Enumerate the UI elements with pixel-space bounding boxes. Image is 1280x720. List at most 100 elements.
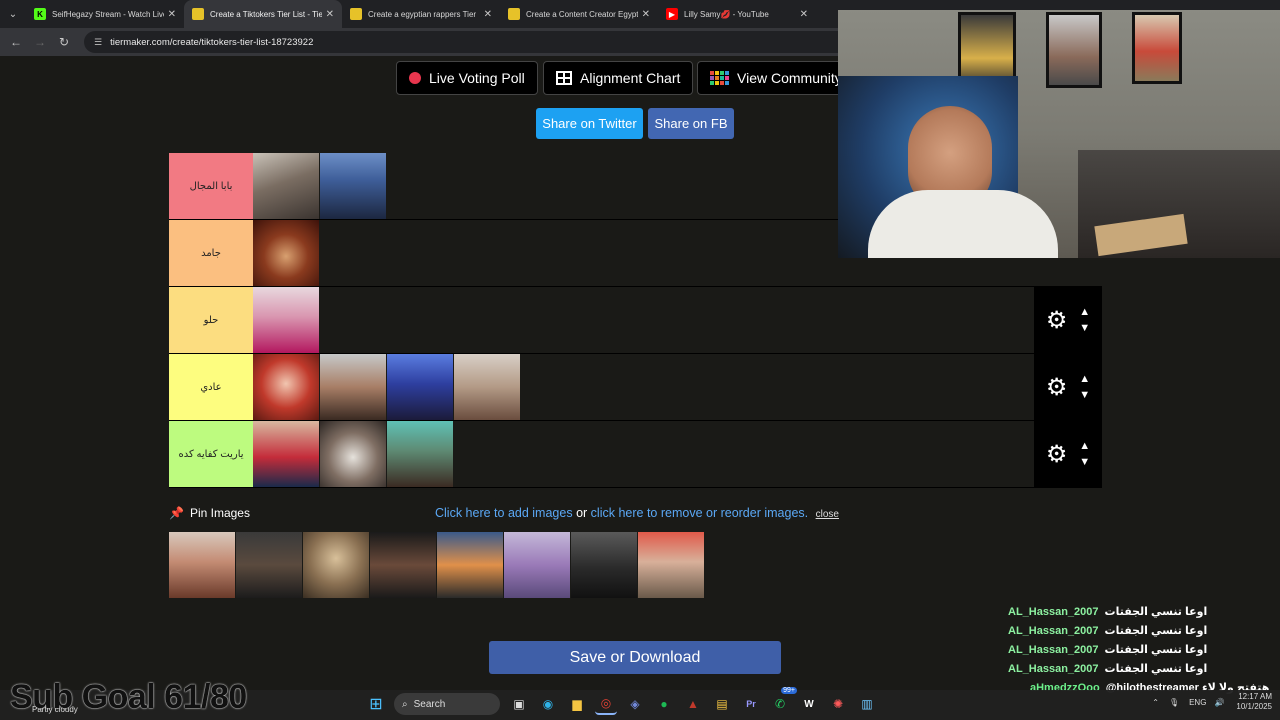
tier-image[interactable] (253, 153, 319, 219)
tier-row: عادي ⚙ ▲ ▼ (169, 354, 1102, 421)
site-info-icon[interactable]: ☰ (94, 37, 102, 48)
spotify-icon[interactable]: ● (653, 693, 675, 715)
share-twitter-button[interactable]: Share on Twitter (536, 108, 643, 139)
volume-icon[interactable]: 🔊 (1214, 698, 1224, 707)
tier-image[interactable] (454, 354, 520, 420)
tab-lilly-samy-youtube[interactable]: ▶ Lilly Samy💋 - YouTube ✕ (658, 0, 816, 28)
discord-icon[interactable]: ◈ (624, 693, 646, 715)
taskbar-search[interactable]: ⌕ Search (394, 693, 500, 715)
record-dot-icon (409, 72, 421, 84)
alignment-chart-button[interactable]: Alignment Chart (543, 61, 694, 95)
premiere-icon[interactable]: Pr (740, 693, 762, 715)
chevron-up-icon[interactable]: ▲ (1079, 371, 1090, 387)
screen: ⌄ K SeifHegazy Stream - Watch Live ✕ Cre… (0, 0, 1280, 720)
chevron-down-icon[interactable]: ▼ (1079, 454, 1090, 470)
pool-image[interactable] (437, 532, 503, 598)
chevron-up-icon[interactable]: ⌃ (1152, 698, 1159, 707)
microphone-icon[interactable]: 🎙 (1169, 698, 1179, 707)
forward-icon[interactable]: → (28, 28, 52, 56)
chevron-down-icon[interactable]: ▼ (1079, 320, 1090, 336)
gear-icon[interactable]: ⚙ (1046, 306, 1068, 335)
image-links: Click here to add images or click here t… (435, 506, 839, 520)
tiermaker-icon (508, 8, 520, 20)
tiermaker-icon (192, 8, 204, 20)
tier-items[interactable] (253, 287, 1034, 353)
tab-search-icon[interactable]: ⌄ (0, 0, 26, 28)
stream-chat: AL_Hassan_2007 اوعا تنسي الجفتات AL_Hassa… (1008, 602, 1280, 697)
tab-tiktokers-tier-list[interactable]: Create a Tiktokers Tier List - Tie ✕ (184, 0, 342, 28)
chat-message: AL_Hassan_2007 اوعا تنسي الجفتات (1008, 605, 1208, 619)
chevron-up-icon[interactable]: ▲ (1079, 438, 1090, 454)
save-or-download-button[interactable]: Save or Download (489, 641, 781, 674)
pin-icon: 📌 (169, 506, 184, 520)
tier-items[interactable] (253, 354, 1034, 420)
tier-image[interactable] (320, 153, 386, 219)
pool-image[interactable] (370, 532, 436, 598)
back-icon[interactable]: ← (4, 28, 28, 56)
app-icon[interactable]: ✺ (827, 693, 849, 715)
pin-images-toggle[interactable]: 📌 Pin Images (169, 506, 250, 520)
tier-image[interactable] (253, 287, 319, 353)
pool-image[interactable] (638, 532, 704, 598)
edge-icon[interactable]: ◉ (537, 693, 559, 715)
grid-icon (556, 71, 572, 85)
tier-image[interactable] (320, 421, 386, 487)
app-icon[interactable]: ▲ (682, 693, 704, 715)
whatsapp-icon[interactable]: ✆ 99+ (769, 687, 797, 715)
reload-icon[interactable]: ↻ (52, 28, 76, 56)
close-tab-icon[interactable]: ✕ (484, 9, 492, 20)
chevron-down-icon[interactable]: ▼ (1079, 387, 1090, 403)
tier-items[interactable] (253, 421, 1034, 487)
tier-controls: ⚙ ▲ ▼ (1034, 354, 1102, 420)
notepad-icon[interactable]: ▤ (711, 693, 733, 715)
task-view-icon[interactable]: ▣ (508, 693, 530, 715)
pool-image[interactable] (236, 532, 302, 598)
chevron-up-icon[interactable]: ▲ (1079, 304, 1090, 320)
close-tab-icon[interactable]: ✕ (326, 9, 334, 20)
remove-reorder-images-link[interactable]: click here to remove or reorder images. (591, 506, 808, 520)
tier-label[interactable]: عادي (169, 354, 253, 420)
tiermaker-icon (350, 8, 362, 20)
tier-label[interactable]: بابا المجال (169, 153, 253, 219)
tier-image[interactable] (320, 354, 386, 420)
file-explorer-icon[interactable]: ▆ (566, 693, 588, 715)
tier-image[interactable] (387, 421, 453, 487)
gear-icon[interactable]: ⚙ (1046, 440, 1068, 469)
close-tab-icon[interactable]: ✕ (168, 9, 176, 20)
url-field[interactable]: ☰ tiermaker.com/create/tiktokers-tier-li… (84, 31, 904, 53)
clock[interactable]: 12:17 AM 10/1/2025 (1236, 692, 1272, 712)
webcam-overlay (838, 10, 1280, 258)
tab-egyptian-rappers[interactable]: Create a egyptian rappers Tier ✕ (342, 0, 500, 28)
wall-poster (1046, 12, 1102, 88)
close-tab-icon[interactable]: ✕ (800, 9, 808, 20)
notes-icon[interactable]: ▥ (856, 693, 878, 715)
view-community-button[interactable]: View Community R (697, 61, 838, 95)
windows-start-icon[interactable]: ⊞ (365, 693, 387, 715)
pool-image[interactable] (571, 532, 637, 598)
tab-seifhegazy[interactable]: K SeifHegazy Stream - Watch Live ✕ (26, 0, 184, 28)
tier-image[interactable] (253, 220, 319, 286)
word-icon[interactable]: W (798, 693, 820, 715)
streamer-shirt (868, 190, 1058, 258)
chrome-icon[interactable]: ◎ (595, 693, 617, 715)
tier-image[interactable] (253, 421, 319, 487)
pool-image[interactable] (169, 532, 235, 598)
sub-goal-overlay: Sub Goal 61/80 (10, 678, 247, 716)
tier-label[interactable]: ياريت كفايه كده (169, 421, 253, 487)
live-voting-poll-button[interactable]: Live Voting Poll (396, 61, 538, 95)
wall-poster (1132, 12, 1182, 84)
tier-image[interactable] (253, 354, 319, 420)
gear-icon[interactable]: ⚙ (1046, 373, 1068, 402)
tier-label[interactable]: حلو (169, 287, 253, 353)
tab-content-creator[interactable]: Create a Content Creator Egypt ✕ (500, 0, 658, 28)
tier-label[interactable]: جامد (169, 220, 253, 286)
close-link[interactable]: close (816, 509, 839, 520)
add-images-link[interactable]: Click here to add images (435, 506, 573, 520)
system-tray: ⌃ 🎙 ENG 🔊 12:17 AM 10/1/2025 (1152, 692, 1272, 712)
share-fb-button[interactable]: Share on FB (648, 108, 734, 139)
pool-image[interactable] (504, 532, 570, 598)
tier-image[interactable] (387, 354, 453, 420)
pool-image[interactable] (303, 532, 369, 598)
close-tab-icon[interactable]: ✕ (642, 9, 650, 20)
tier-row: حلو ⚙ ▲ ▼ (169, 287, 1102, 354)
